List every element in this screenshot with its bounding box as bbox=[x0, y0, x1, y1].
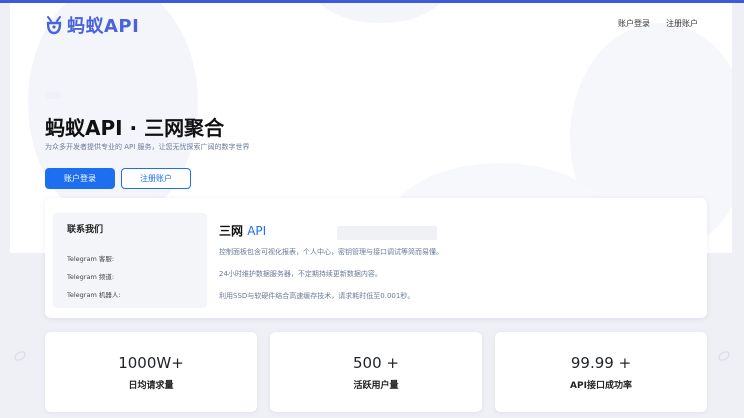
background-blob bbox=[310, 3, 450, 23]
register-button[interactable]: 注册账户 bbox=[121, 168, 191, 189]
stat-card-success-rate: 99.99 + API接口成功率 bbox=[495, 332, 707, 412]
login-button[interactable]: 账户登录 bbox=[45, 168, 115, 189]
stat-card-daily-requests: 1000W+ 日均请求量 bbox=[45, 332, 257, 412]
stat-label: API接口成功率 bbox=[570, 381, 632, 391]
contact-telegram-support[interactable]: Telegram 客服: bbox=[67, 253, 193, 263]
contact-telegram-bot[interactable]: Telegram 机器人: bbox=[67, 289, 193, 299]
top-nav: 账户登录 注册账户 bbox=[618, 18, 698, 29]
feature-title-main: 三网 bbox=[219, 224, 244, 238]
stat-card-active-users: 500 + 活跃用户量 bbox=[270, 332, 482, 412]
stat-label: 日均请求量 bbox=[128, 381, 174, 391]
brand-name: 蚂蚁API bbox=[67, 16, 140, 37]
info-card: 联系我们 Telegram 客服: Telegram 频道: Telegram … bbox=[45, 198, 707, 318]
brand-logo[interactable]: 蚂蚁API bbox=[45, 12, 139, 38]
feature-line: 利用SSD与软硬件结合高速缓存技术，请求耗时低至0.001秒。 bbox=[219, 292, 415, 300]
hero-tag-pill bbox=[45, 92, 61, 99]
stat-value: 99.99 + bbox=[570, 354, 632, 372]
stat-value: 1000W+ bbox=[118, 354, 184, 372]
ant-logo-icon bbox=[46, 16, 62, 35]
feature-description: 三网 API 控制面板包含可视化报表，个人中心，密钥管理与接口调试等简而易懂。 … bbox=[219, 222, 443, 313]
decorative-shape-icon bbox=[716, 349, 732, 363]
contact-title: 联系我们 bbox=[67, 225, 104, 235]
contact-panel: 联系我们 Telegram 客服: Telegram 频道: Telegram … bbox=[53, 213, 207, 308]
feature-line: 控制面板包含可视化报表，个人中心，密钥管理与接口调试等简而易懂。 bbox=[219, 248, 443, 256]
nav-login-link[interactable]: 账户登录 bbox=[618, 18, 650, 29]
decorative-shape-icon bbox=[12, 349, 28, 363]
page-subtitle: 为众多开发者提供专业的 API 服务，让您无忧探索广阔的数字世界 bbox=[45, 143, 250, 151]
feature-title-accent: API bbox=[247, 224, 267, 238]
feature-line: 24小时维护数据服务器，不定期持续更新数据内容。 bbox=[219, 270, 382, 278]
stat-value: 500 + bbox=[353, 354, 399, 372]
feature-title: 三网 API bbox=[219, 222, 443, 239]
stat-label: 活跃用户量 bbox=[353, 381, 399, 391]
contact-telegram-channel[interactable]: Telegram 频道: bbox=[67, 271, 193, 281]
page-title: 蚂蚁API · 三网聚合 bbox=[45, 116, 225, 140]
nav-register-link[interactable]: 注册账户 bbox=[666, 18, 698, 29]
